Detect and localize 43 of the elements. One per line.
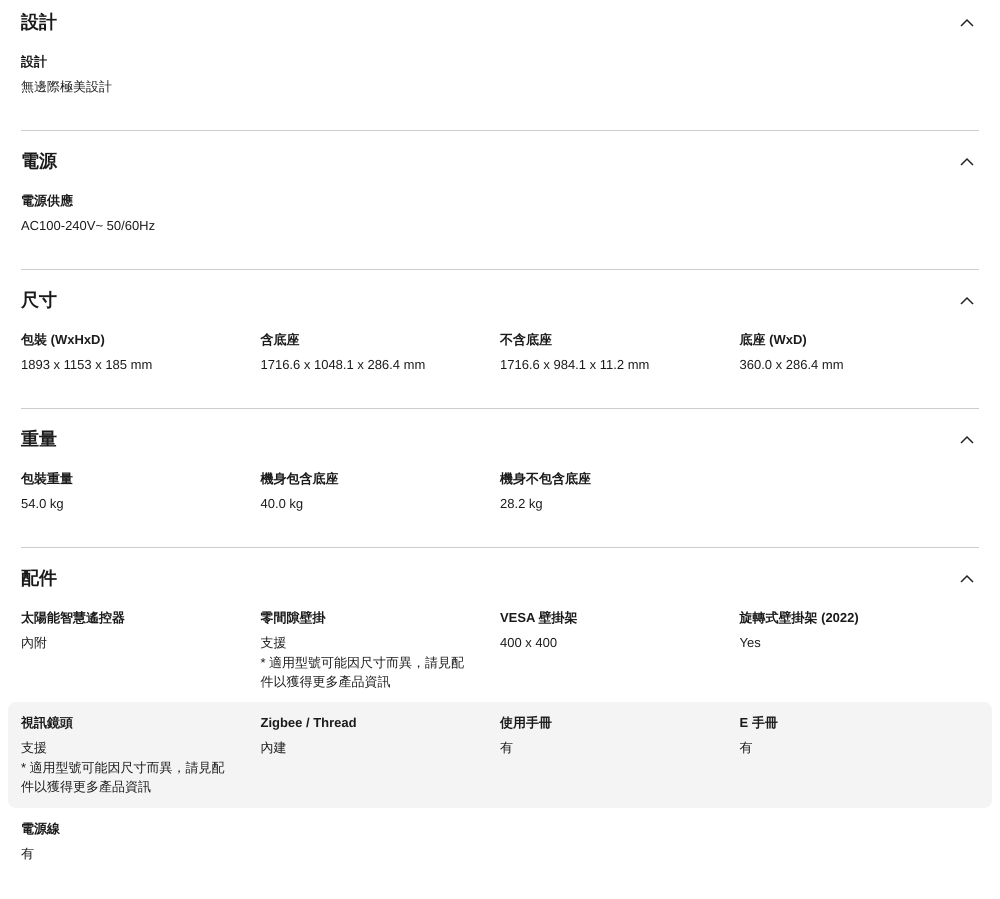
- spec-value: 1716.6 x 984.1 x 11.2 mm: [500, 356, 650, 374]
- spec-label: 電源線: [21, 820, 61, 838]
- spec-value: 無邊際極美設計: [21, 78, 113, 96]
- spec-note: * 適用型號可能因尺寸而異，請見配件以獲得更多產品資訊: [260, 654, 466, 691]
- spec-label: 電源供應: [21, 192, 74, 210]
- spec-label: 使用手冊: [500, 714, 553, 732]
- spec-label: 含底座: [260, 331, 300, 349]
- spec-label: 底座 (WxD): [740, 331, 808, 349]
- spec-value: 支援: [21, 739, 48, 757]
- spec-value: 有: [740, 739, 754, 757]
- spec-value: 54.0 kg: [21, 495, 65, 513]
- spec-label: VESA 壁掛架: [500, 609, 579, 627]
- spec-label: 機身包含底座: [260, 470, 340, 488]
- spec-label: 包裝 (WxHxD): [21, 331, 106, 349]
- spec-label: 設計: [21, 53, 48, 71]
- spec-value: 內建: [260, 739, 288, 757]
- spec-note: * 適用型號可能因尺寸而異，請見配件以獲得更多產品資訊: [21, 759, 226, 796]
- section-title: 重量: [21, 428, 57, 451]
- spec-value: Yes: [740, 634, 762, 652]
- spec-label: 旋轉式壁掛架 (2022): [740, 609, 860, 627]
- spec-label: 太陽能智慧遙控器: [21, 609, 126, 627]
- section-title: 尺寸: [21, 289, 57, 312]
- spec-label: 機身不包含底座: [500, 470, 592, 488]
- spec-value: 有: [500, 739, 514, 757]
- spec-value: 1716.6 x 1048.1 x 286.4 mm: [260, 356, 426, 374]
- spec-value: 有: [21, 845, 35, 863]
- spec-label: Zigbee / Thread: [260, 714, 358, 732]
- spec-label: 包裝重量: [21, 470, 74, 488]
- spec-label: 視訊鏡頭: [21, 714, 74, 732]
- section-title: 配件: [21, 567, 57, 590]
- spec-value: 28.2 kg: [500, 495, 544, 513]
- spec-value: 40.0 kg: [260, 495, 304, 513]
- spec-value: 400 x 400: [500, 634, 558, 652]
- spec-label: 不含底座: [500, 331, 553, 349]
- spec-value: 內附: [21, 634, 48, 652]
- spec-label: 零間隙壁掛: [260, 609, 327, 627]
- spec-value: 支援: [260, 634, 288, 652]
- spec-value: 1893 x 1153 x 185 mm: [21, 356, 154, 374]
- spec-label: E 手冊: [740, 714, 779, 732]
- section-title: 電源: [21, 150, 57, 173]
- section-title: 設計: [21, 11, 57, 34]
- spec-value: 360.0 x 286.4 mm: [740, 356, 845, 374]
- spec-value: AC100-240V~ 50/60Hz: [21, 217, 156, 235]
